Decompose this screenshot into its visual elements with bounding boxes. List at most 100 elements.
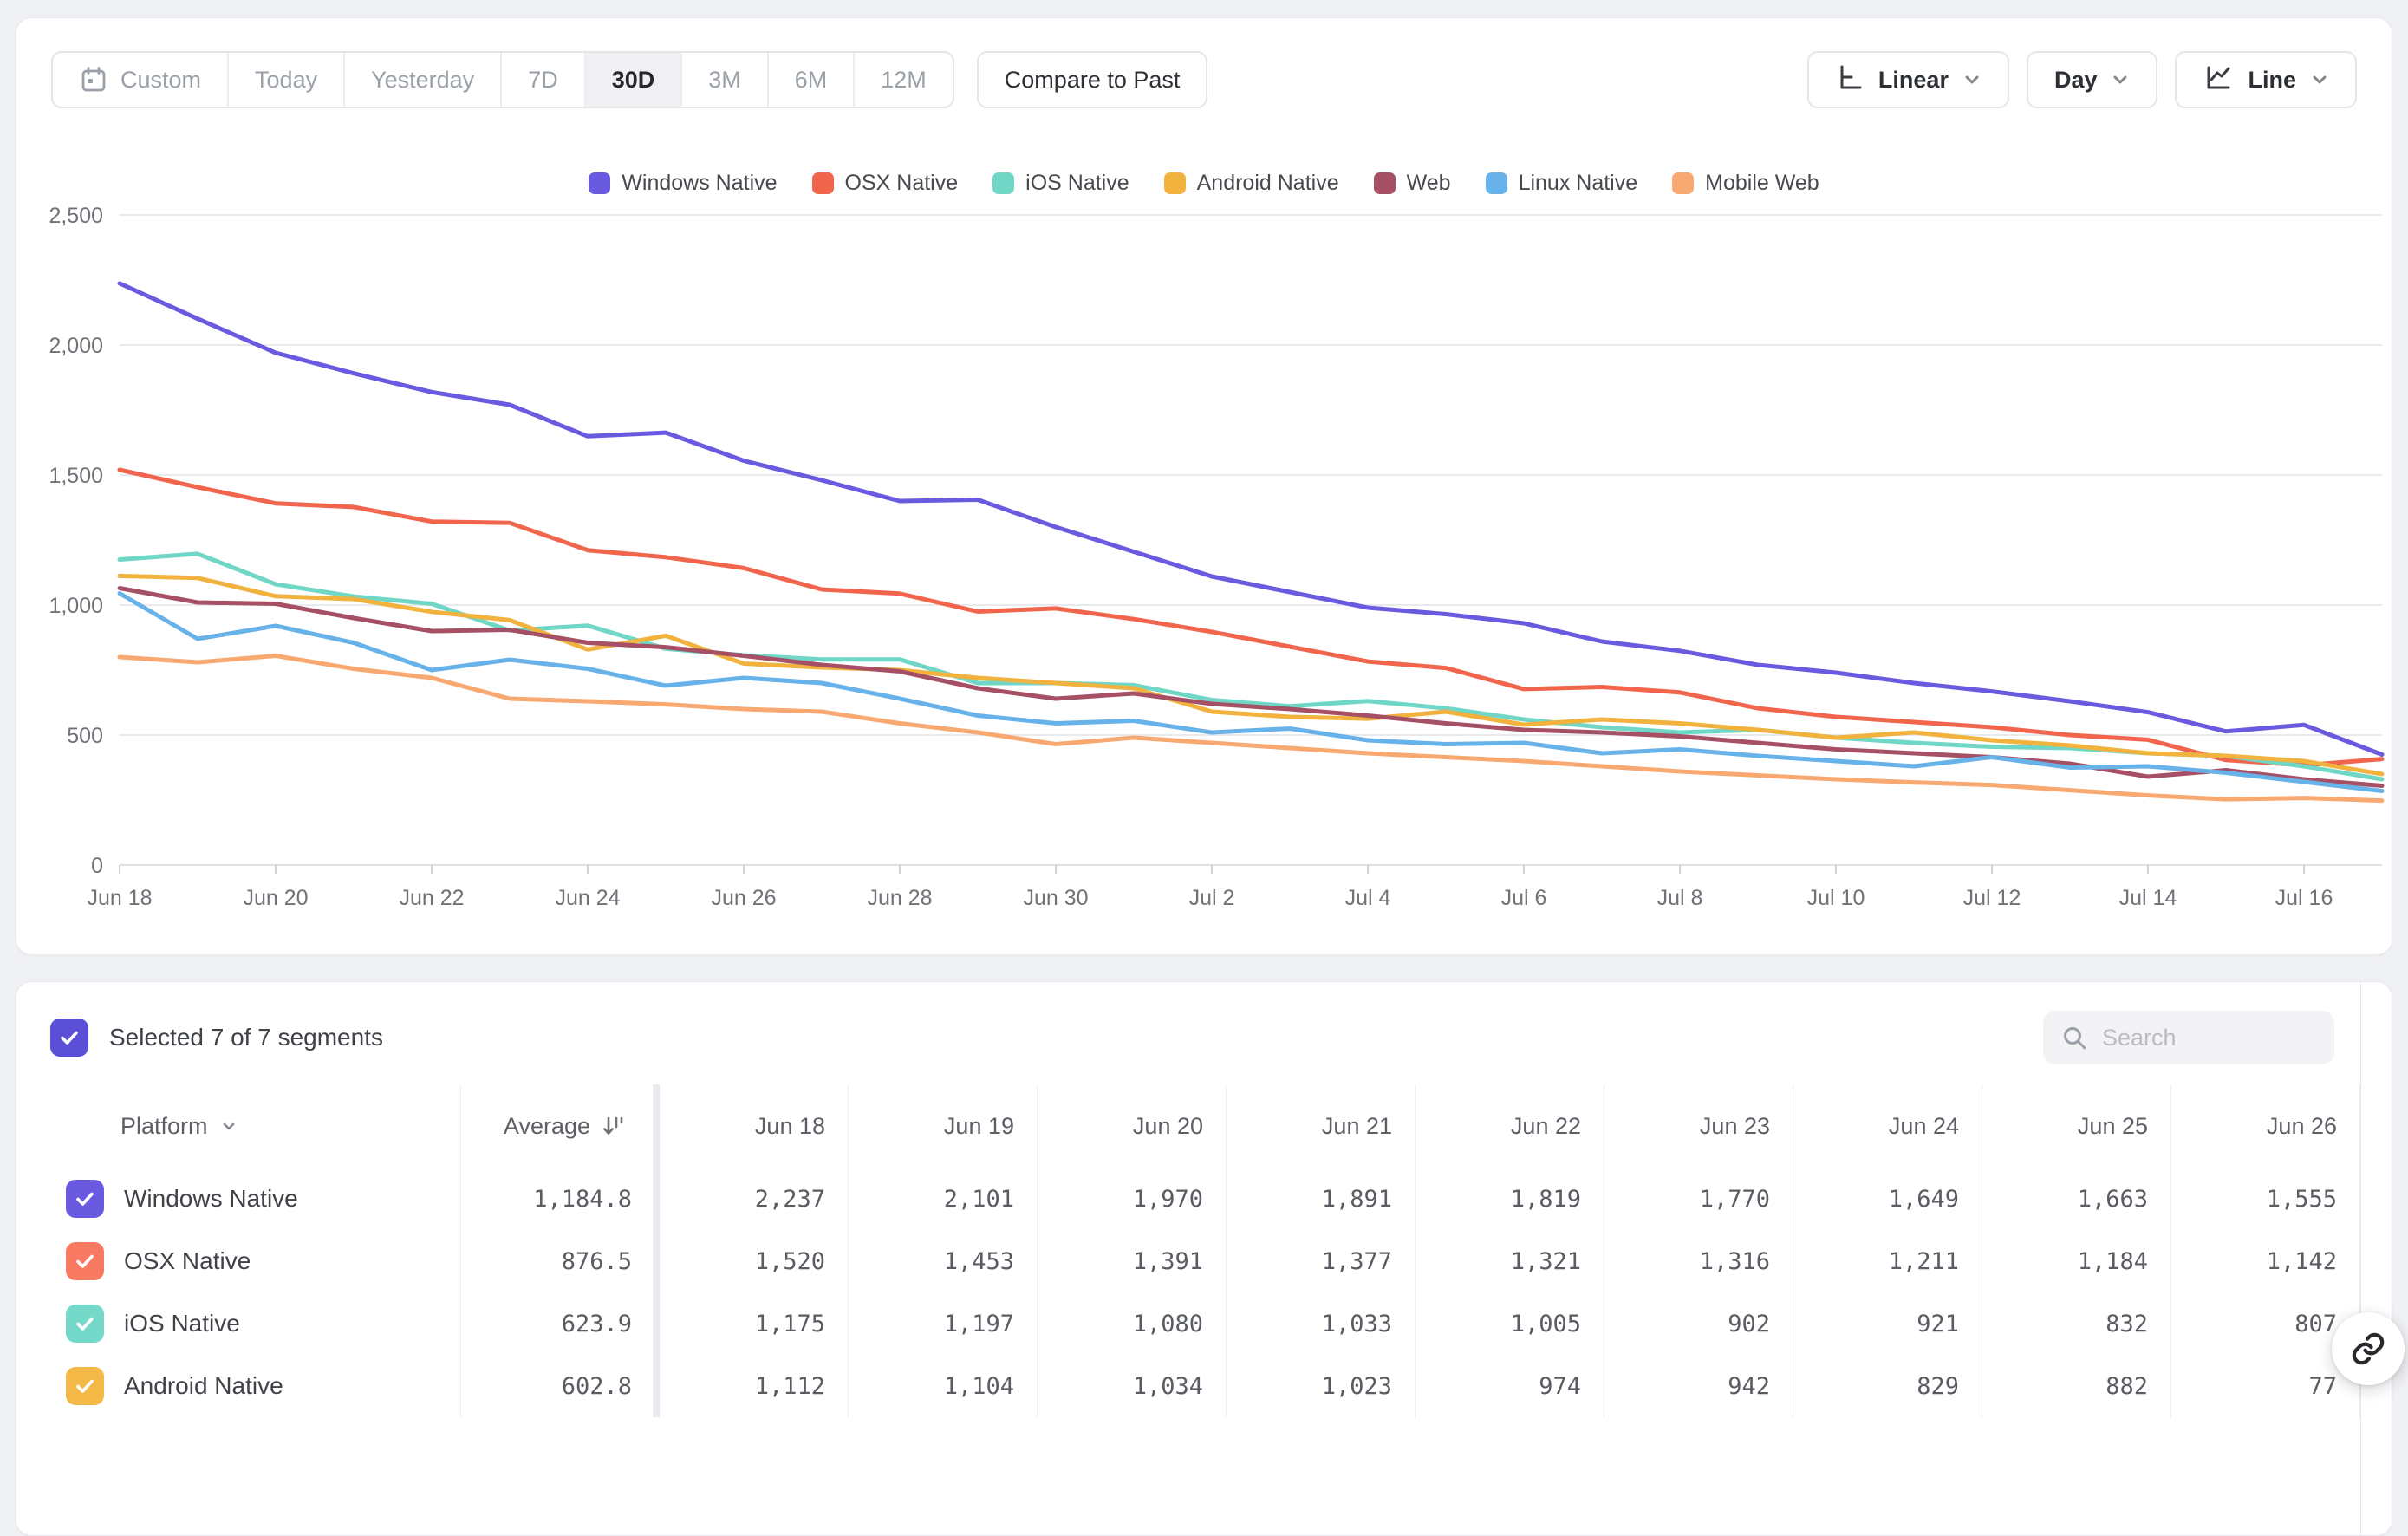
search-icon bbox=[2060, 1024, 2088, 1051]
legend-item-android-native[interactable]: Android Native bbox=[1164, 171, 1339, 196]
chart-type-select-button[interactable]: Line bbox=[2175, 51, 2357, 108]
legend-item-windows-native[interactable]: Windows Native bbox=[589, 171, 777, 196]
segment-checkbox[interactable] bbox=[66, 1180, 104, 1218]
legend-item-linux-native[interactable]: Linux Native bbox=[1486, 171, 1638, 196]
interval-select-button[interactable]: Day bbox=[2027, 51, 2158, 108]
day-column-header: Jun 20 bbox=[1038, 1084, 1227, 1168]
frozen-column-divider bbox=[653, 1084, 660, 1168]
compare-to-past-button[interactable]: Compare to Past bbox=[977, 51, 1208, 108]
range-option-label: 7D bbox=[528, 67, 558, 94]
scale-select-label: Linear bbox=[1878, 67, 1949, 94]
range-option-12m[interactable]: 12M bbox=[853, 53, 953, 107]
day-value-cell: 1,175 bbox=[660, 1292, 849, 1355]
day-value-cell: 1,316 bbox=[1604, 1230, 1793, 1292]
chart-plot-area[interactable] bbox=[120, 215, 2382, 865]
x-axis-tick-label: Jul 16 bbox=[2275, 886, 2333, 910]
legend-item-osx-native[interactable]: OSX Native bbox=[812, 171, 959, 196]
share-link-button[interactable] bbox=[2332, 1312, 2405, 1385]
day-column-header: Jun 22 bbox=[1416, 1084, 1604, 1168]
chevron-down-icon bbox=[2111, 70, 2130, 89]
day-value-cell: 1,663 bbox=[1982, 1168, 2171, 1230]
segment-checkbox[interactable] bbox=[66, 1305, 104, 1343]
day-value-cell: 832 bbox=[1982, 1292, 2171, 1355]
range-option-label: 30D bbox=[612, 67, 655, 94]
range-option-7d[interactable]: 7D bbox=[500, 53, 584, 107]
legend-label: Windows Native bbox=[622, 171, 777, 196]
check-icon bbox=[73, 1311, 97, 1336]
legend-item-web[interactable]: Web bbox=[1374, 171, 1451, 196]
range-option-custom[interactable]: Custom bbox=[53, 53, 227, 107]
frozen-column-divider bbox=[653, 1292, 660, 1355]
range-option-label: 3M bbox=[708, 67, 741, 94]
y-axis-tick-label: 1,500 bbox=[49, 464, 103, 488]
day-value-cell: 1,391 bbox=[1038, 1230, 1227, 1292]
range-option-yesterday[interactable]: Yesterday bbox=[343, 53, 500, 107]
scale-select-button[interactable]: Linear bbox=[1807, 51, 2009, 108]
average-value-cell: 602.8 bbox=[460, 1355, 653, 1417]
legend-item-ios-native[interactable]: iOS Native bbox=[992, 171, 1129, 196]
day-value-cell: 1,112 bbox=[660, 1355, 849, 1417]
x-axis-tick-label: Jun 28 bbox=[867, 886, 932, 910]
range-option-label: Today bbox=[255, 67, 317, 94]
range-option-30d[interactable]: 30D bbox=[584, 53, 681, 107]
segment-checkbox[interactable] bbox=[66, 1367, 104, 1405]
day-value-cell: 921 bbox=[1793, 1292, 1982, 1355]
platform-cell: Android Native bbox=[16, 1355, 460, 1417]
check-icon bbox=[73, 1374, 97, 1398]
table-controls: Selected 7 of 7 segments bbox=[16, 982, 2392, 1084]
platform-column-header[interactable]: Platform bbox=[16, 1084, 460, 1168]
x-axis-tick-label: Jul 12 bbox=[1963, 886, 2021, 910]
chart-toolbar: Custom Today Yesterday 7D 30D 3M 6M 12M Compare… bbox=[16, 18, 2392, 108]
average-value-cell: 623.9 bbox=[460, 1292, 653, 1355]
legend-label: Web bbox=[1407, 171, 1451, 196]
x-axis-tick-label: Jun 24 bbox=[555, 886, 620, 910]
search-input[interactable] bbox=[2102, 1025, 2301, 1051]
x-axis-tick-label: Jul 2 bbox=[1189, 886, 1235, 910]
day-value-cell: 1,377 bbox=[1227, 1230, 1416, 1292]
day-value-cell: 1,023 bbox=[1227, 1355, 1416, 1417]
day-value-cell: 1,970 bbox=[1038, 1168, 1227, 1230]
legend-item-mobile-web[interactable]: Mobile Web bbox=[1672, 171, 1819, 196]
sort-descending-icon bbox=[601, 1113, 627, 1139]
legend-swatch bbox=[1672, 172, 1694, 194]
day-value-cell: 2,237 bbox=[660, 1168, 849, 1230]
range-option-6m[interactable]: 6M bbox=[767, 53, 854, 107]
average-header-label: Average bbox=[504, 1113, 590, 1140]
x-axis-tick-label: Jul 14 bbox=[2119, 886, 2177, 910]
average-value-cell: 876.5 bbox=[460, 1230, 653, 1292]
frozen-column-divider bbox=[653, 1230, 660, 1292]
legend-swatch bbox=[589, 172, 610, 194]
x-axis-tick-label: Jul 10 bbox=[1807, 886, 1865, 910]
chevron-down-icon bbox=[218, 1116, 239, 1136]
table-right-border bbox=[2360, 982, 2361, 1535]
search-box bbox=[2043, 1011, 2334, 1064]
range-option-3m[interactable]: 3M bbox=[680, 53, 767, 107]
y-axis-tick-label: 0 bbox=[91, 854, 103, 878]
day-value-cell: 1,211 bbox=[1793, 1230, 1982, 1292]
range-option-today[interactable]: Today bbox=[227, 53, 343, 107]
check-icon bbox=[57, 1025, 81, 1050]
platform-name: Windows Native bbox=[124, 1185, 298, 1213]
line-chart-icon bbox=[2203, 62, 2234, 99]
platform-name: OSX Native bbox=[124, 1247, 251, 1275]
segment-checkbox[interactable] bbox=[66, 1242, 104, 1280]
table-row-ios-native: iOS Native623.91,1751,1971,0801,0331,005… bbox=[16, 1292, 2392, 1355]
y-axis-tick-label: 2,000 bbox=[49, 334, 103, 358]
range-option-label: 12M bbox=[881, 67, 927, 94]
legend-swatch bbox=[812, 172, 834, 194]
select-all-checkbox[interactable] bbox=[50, 1019, 88, 1057]
table-row-osx-native: OSX Native876.51,5201,4531,3911,3771,321… bbox=[16, 1230, 2392, 1292]
day-value-cell: 2,101 bbox=[849, 1168, 1038, 1230]
day-column-header: Jun 25 bbox=[1982, 1084, 2171, 1168]
day-column-header: Jun 21 bbox=[1227, 1084, 1416, 1168]
day-value-cell: 1,770 bbox=[1604, 1168, 1793, 1230]
chevron-down-icon bbox=[1962, 70, 1982, 89]
day-column-header: Jun 18 bbox=[660, 1084, 849, 1168]
x-axis-tick-label: Jun 26 bbox=[711, 886, 776, 910]
day-column-header: Jun 24 bbox=[1793, 1084, 1982, 1168]
legend-label: Mobile Web bbox=[1705, 171, 1819, 196]
day-value-cell: 1,080 bbox=[1038, 1292, 1227, 1355]
check-icon bbox=[73, 1187, 97, 1211]
table-row-android-native: Android Native602.81,1121,1041,0341,0239… bbox=[16, 1355, 2392, 1417]
average-column-header[interactable]: Average bbox=[460, 1084, 653, 1168]
